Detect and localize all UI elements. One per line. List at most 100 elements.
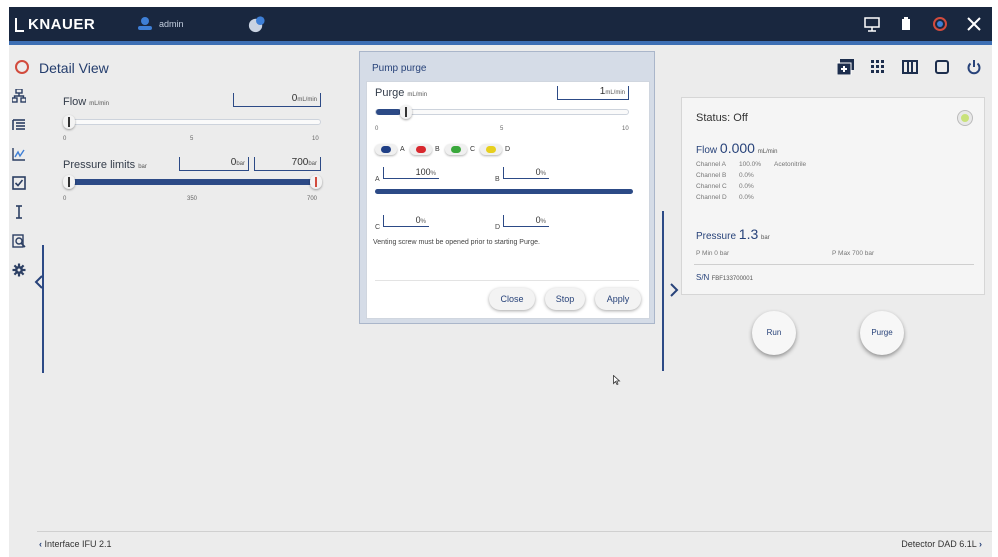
channel-c-value: 0.0% [739,183,754,190]
mouse-cursor-icon [613,375,621,385]
comp-b-label: B [495,176,500,183]
remote-display-icon[interactable] [862,14,882,34]
pump-purge-dialog: Pump purge Purge mL/min 1mL/min 0 5 10 A… [359,51,655,324]
pressure-min-thumb[interactable] [63,175,75,189]
gear-icon[interactable] [11,263,27,279]
composition-bar [375,189,633,194]
channel-label-a: A [400,146,405,153]
next-device-label: Detector DAD 6.1L [901,539,977,549]
purge-tick-max: 10 [622,126,629,132]
flow-slider[interactable] [63,115,321,129]
comp-b-field[interactable]: 0% [503,167,549,179]
next-device-link[interactable]: Detector DAD 6.1L › [901,539,982,549]
view-tools [836,57,984,77]
top-right-icons [862,14,984,34]
venting-note: Venting screw must be opened prior to st… [373,239,540,246]
battery-icon [896,14,916,34]
chevron-right-icon: › [979,539,982,549]
purge-slider-thumb[interactable] [400,105,413,119]
channel-b-value: 0.0% [739,172,754,179]
square-icon[interactable] [932,57,952,77]
channel-label-c: C [470,146,476,153]
flow-value-field[interactable]: 0mL/min [233,93,321,107]
user-icon[interactable] [137,16,153,32]
close-icon[interactable] [964,14,984,34]
footer-divider [37,531,992,532]
channel-toggle-b[interactable] [410,144,432,155]
cursor-icon[interactable] [11,205,27,221]
comp-d-field[interactable]: 0% [503,215,549,227]
status-led-icon [958,111,972,125]
page-title: Detail View [39,60,109,76]
channel-label-d: D [505,146,511,153]
comp-d-label: D [495,224,501,231]
run-button[interactable]: Run [752,311,796,355]
purge-button[interactable]: Purge [860,311,904,355]
comp-c-label: C [375,224,381,231]
user-name[interactable]: admin [159,19,184,29]
chart-icon[interactable] [11,147,27,163]
top-bar-accent [9,41,992,45]
apply-button[interactable]: Apply [595,288,641,310]
dialog-body: Purge mL/min 1mL/min 0 5 10 ABCD A 100% … [366,81,650,319]
panel-divider-right [662,211,664,371]
channel-d-label: Channel D [696,194,727,201]
search-doc-icon[interactable] [11,234,27,250]
close-button[interactable]: Close [489,288,535,310]
pressure-range-fill [64,179,320,185]
stop-button[interactable]: Stop [545,288,585,310]
pressure-tick-max: 700 [307,196,318,202]
channel-c-label: Channel C [696,183,727,190]
channel-d-value: 0.0% [739,194,754,201]
channel-toggle-d[interactable] [480,144,502,155]
globe-icon[interactable] [247,15,266,34]
pressure-limits-label: Pressure limits bar [63,159,147,171]
app-window: KNAUER admin Detail View Flow mL/min 0mL… [9,7,992,557]
status-ring-icon [15,60,29,74]
panel-divider-left [42,245,44,373]
purge-label: Purge mL/min [375,87,428,99]
status-title: Status: Off [696,112,748,124]
logo-mark-icon [15,17,24,32]
pressure-min-field[interactable]: 0bar [179,157,249,171]
add-panel-icon[interactable] [836,57,856,77]
collapse-left-icon[interactable] [34,275,44,289]
chevron-left-icon: ‹ [39,539,42,549]
pressure-max-thumb[interactable] [310,175,322,189]
prev-device-label: Interface IFU 2.1 [44,539,112,549]
power-icon[interactable] [964,57,984,77]
columns-icon[interactable] [900,57,920,77]
pressure-min-readout: P Min 0 bar [696,250,730,257]
power-ring-icon[interactable] [930,14,950,34]
comp-c-field[interactable]: 0% [383,215,429,227]
pressure-readout: Pressure 1.3 bar [696,226,770,242]
pressure-range-slider[interactable] [63,175,322,189]
collapse-right-icon[interactable] [669,283,679,297]
dialog-separator [375,280,639,281]
purge-tick-mid: 5 [500,126,504,132]
channel-a-label: Channel A [696,161,726,168]
grid-icon[interactable] [868,57,888,77]
dialog-title: Pump purge [372,63,427,74]
purge-slider[interactable] [375,105,629,119]
pressure-max-field[interactable]: 700bar [254,157,321,171]
channel-toggle-c[interactable] [445,144,467,155]
channel-toggle-a[interactable] [375,144,397,155]
network-icon[interactable] [11,88,27,105]
flow-tick-min: 0 [63,136,67,142]
list-icon[interactable] [11,118,27,134]
status-separator [694,264,974,265]
checkbox-icon[interactable] [11,176,27,192]
channel-a-solvent: Acetonitrile [774,161,807,168]
comp-a-label: A [375,176,380,183]
channel-b-label: Channel B [696,172,727,179]
brand-name: KNAUER [28,16,96,33]
flow-label: Flow mL/min [63,96,109,108]
status-card: Status: Off Flow 0.000 mL/min Channel A … [681,97,985,295]
prev-device-link[interactable]: ‹ Interface IFU 2.1 [39,539,112,549]
purge-value-field[interactable]: 1mL/min [557,86,629,100]
pressure-tick-min: 0 [63,196,67,202]
flow-slider-thumb[interactable] [63,115,75,129]
comp-a-field[interactable]: 100% [383,167,439,179]
flow-tick-mid: 5 [190,136,194,142]
